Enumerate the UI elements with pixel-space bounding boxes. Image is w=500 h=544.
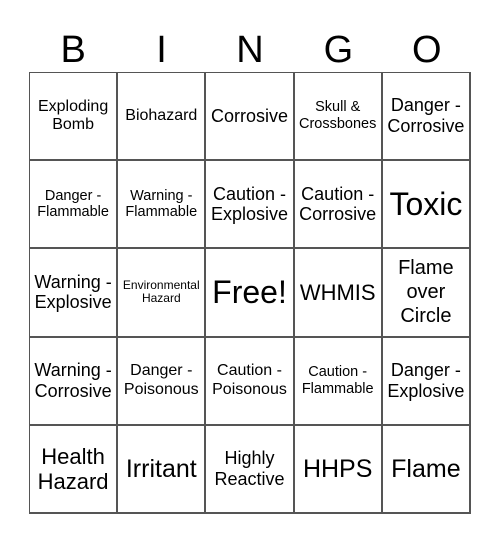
header-letter-b: B — [60, 29, 86, 71]
bingo-cell[interactable]: Caution - Corrosive — [294, 161, 383, 250]
bingo-cell[interactable]: Exploding Bomb — [30, 73, 119, 162]
bingo-cell[interactable]: Flame — [382, 425, 471, 514]
bingo-cell[interactable]: Danger - Poisonous — [118, 337, 207, 426]
bingo-cell[interactable]: Highly Reactive — [206, 425, 295, 514]
bingo-cell[interactable]: Caution - Poisonous — [206, 337, 295, 426]
bingo-cell[interactable]: Irritant — [118, 425, 207, 514]
bingo-cell[interactable]: Flame over Circle — [382, 249, 471, 338]
bingo-cell[interactable]: Warning - Corrosive — [30, 337, 119, 426]
bingo-cell[interactable]: Danger - Explosive — [382, 337, 471, 426]
bingo-cell[interactable]: Skull & Crossbones — [294, 73, 383, 162]
bingo-cell[interactable]: Toxic — [382, 161, 471, 250]
bingo-cell[interactable]: WHMIS — [294, 249, 383, 338]
bingo-cell[interactable]: Warning - Explosive — [30, 249, 119, 338]
bingo-cell[interactable]: Caution - Flammable — [294, 337, 383, 426]
free-space-cell[interactable]: Free! — [206, 249, 295, 338]
header-letter-i: I — [156, 29, 167, 71]
bingo-cell[interactable]: Warning - Flammable — [118, 161, 207, 250]
bingo-grid: Exploding Bomb Biohazard Corrosive Skull… — [29, 72, 471, 514]
header-letter-n: N — [236, 29, 264, 71]
bingo-cell[interactable]: Environmental Hazard — [118, 249, 207, 338]
bingo-cell[interactable]: Health Hazard — [30, 425, 119, 514]
bingo-cell[interactable]: Biohazard — [118, 73, 207, 162]
bingo-cell[interactable]: Caution - Explosive — [206, 161, 295, 250]
bingo-cell[interactable]: HHPS — [294, 425, 383, 514]
header-letter-g: G — [323, 29, 354, 71]
bingo-header: B I N G O — [29, 28, 471, 72]
header-letter-o: O — [411, 29, 442, 71]
bingo-cell[interactable]: Danger - Flammable — [30, 161, 119, 250]
bingo-cell[interactable]: Danger - Corrosive — [382, 73, 471, 162]
bingo-cell[interactable]: Corrosive — [206, 73, 295, 162]
